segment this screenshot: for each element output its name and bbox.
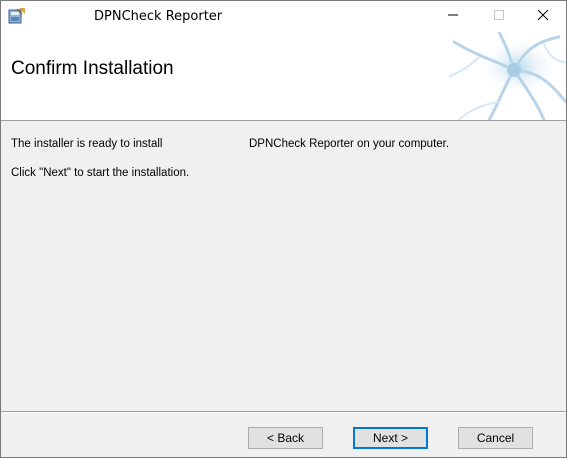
maximize-icon <box>493 8 505 26</box>
page-title: Confirm Installation <box>11 58 174 79</box>
product-text: DPNCheck Reporter on your computer. <box>249 138 450 150</box>
installer-icon <box>8 7 26 25</box>
ready-text: The installer is ready to install <box>11 138 163 150</box>
installer-window: DPNCheck Reporter Confirm Installation T… <box>0 0 567 458</box>
neuron-banner-art <box>448 32 566 120</box>
window-title: DPNCheck Reporter <box>94 9 223 24</box>
content-area: The installer is ready to install DPNChe… <box>1 121 566 411</box>
minimize-icon <box>447 8 459 26</box>
maximize-button[interactable] <box>476 1 522 32</box>
back-button[interactable]: < Back <box>248 427 323 449</box>
close-icon <box>537 8 549 26</box>
footer-divider <box>1 411 566 413</box>
minimize-button[interactable] <box>430 1 476 32</box>
cancel-button[interactable]: Cancel <box>458 427 533 449</box>
title-bar[interactable]: DPNCheck Reporter <box>1 1 566 32</box>
next-button[interactable]: Next > <box>353 427 428 449</box>
close-button[interactable] <box>520 1 566 32</box>
header-banner: Confirm Installation <box>1 32 566 121</box>
instruction-text: Click "Next" to start the installation. <box>11 167 190 179</box>
